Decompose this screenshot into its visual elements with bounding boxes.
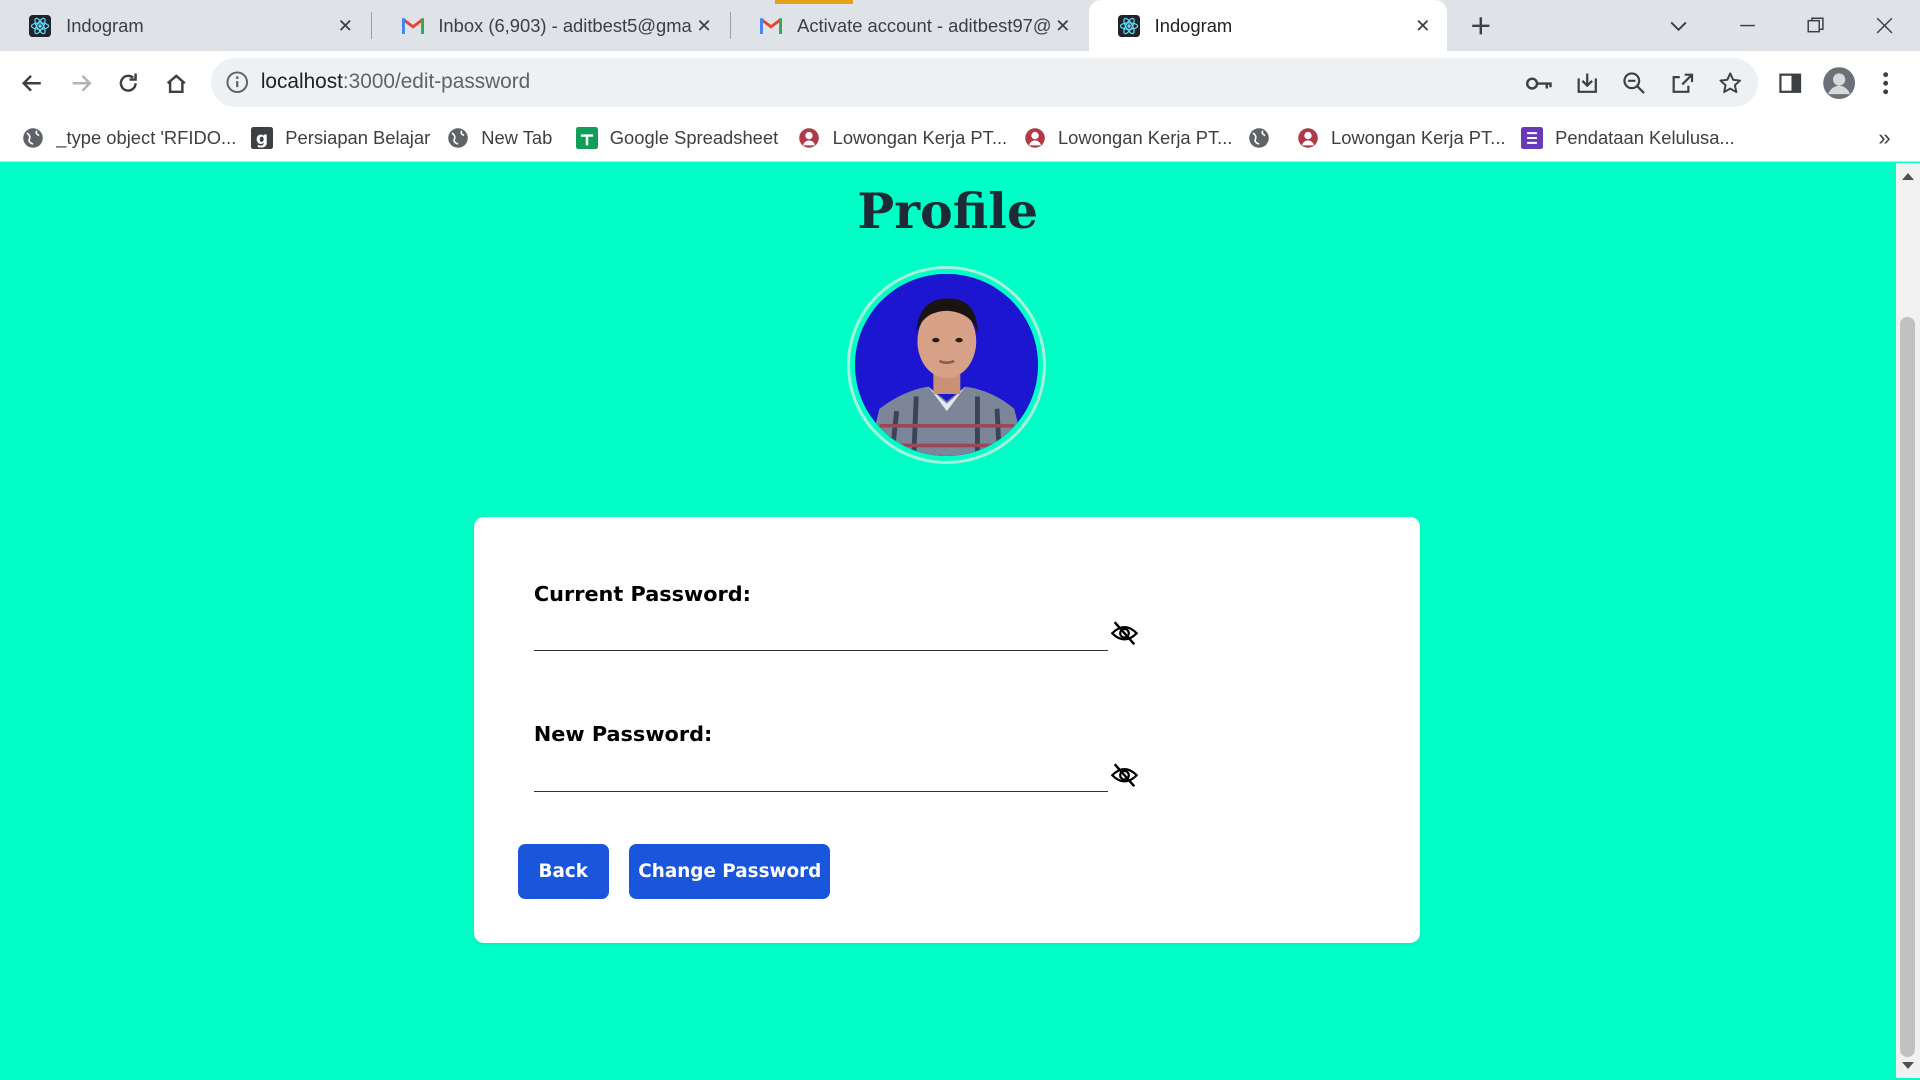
globe-icon — [447, 127, 469, 149]
job-icon — [798, 127, 820, 149]
scroll-thumb[interactable] — [1900, 317, 1916, 1057]
bookmark-label: Lowongan Kerja PT... — [1331, 127, 1506, 149]
bookmark-item[interactable]: Lowongan Kerja PT... — [1297, 122, 1506, 154]
tab-indogram-active[interactable]: Indogram ✕ — [1088, 0, 1448, 52]
tab-title: Activate account - aditbest97@gmail.com — [797, 14, 1051, 36]
password-form-card: Current Password: New Password: Back Cha… — [473, 516, 1421, 943]
page-viewport: Profile Current Password: New Password: … — [0, 162, 1896, 1078]
bookmark-star-icon[interactable] — [1717, 70, 1744, 97]
avatar-photo — [855, 273, 1038, 457]
url-text: localhost:3000/edit-password — [261, 70, 530, 94]
restore-icon[interactable] — [1800, 10, 1832, 42]
zoom-out-icon[interactable] — [1621, 70, 1648, 97]
tab-strip: Indogram ✕ Inbox (6,903) - aditbest5@gma… — [0, 0, 1920, 52]
key-icon[interactable] — [1525, 70, 1553, 97]
bookmark-label: Google Spreadsheet — [609, 127, 779, 149]
window-close-icon[interactable] — [1869, 10, 1901, 42]
back-arrow-icon[interactable] — [15, 66, 49, 100]
g-icon: g — [251, 127, 274, 150]
bookmark-label: _type object 'RFIDO... — [56, 127, 237, 149]
close-icon[interactable]: ✕ — [1411, 13, 1435, 37]
profile-avatar-icon[interactable] — [1821, 65, 1858, 102]
tab-gmail-inbox[interactable]: Inbox (6,903) - aditbest5@gmail.com ✕ — [372, 0, 728, 51]
bookmark-label: New Tab — [481, 127, 553, 149]
toolbar: localhost:3000/edit-password — [0, 51, 1920, 116]
bookmarks-bar: _type object 'RFIDO... g Persiapan Belaj… — [0, 115, 1920, 162]
side-panel-icon[interactable] — [1773, 66, 1807, 100]
tab-search-icon[interactable] — [1663, 10, 1695, 42]
job-icon — [1024, 127, 1046, 149]
change-password-button[interactable]: Change Password — [629, 843, 831, 899]
eye-slash-icon[interactable] — [1109, 762, 1138, 789]
menu-kebab-icon[interactable] — [1869, 66, 1903, 100]
scrollbar[interactable] — [1895, 162, 1920, 1078]
svg-text:g: g — [256, 129, 268, 149]
page-title: Profile — [857, 182, 1039, 241]
forward-arrow-icon[interactable] — [64, 66, 98, 100]
bookmark-item[interactable] — [1248, 122, 1282, 154]
minimize-icon[interactable] — [1731, 10, 1763, 42]
new-password-label: New Password: — [533, 722, 713, 747]
react-icon — [1117, 14, 1140, 37]
new-tab-icon[interactable] — [1464, 10, 1496, 42]
current-password-label: Current Password: — [533, 581, 751, 606]
job-icon — [1297, 127, 1319, 149]
address-bar[interactable]: localhost:3000/edit-password — [210, 57, 1759, 107]
more-bookmarks-icon[interactable]: » — [1878, 122, 1890, 154]
bookmark-item[interactable]: g Persiapan Belajar — [251, 122, 430, 154]
tab-gmail-activate[interactable]: Activate account - aditbest97@gmail.com … — [731, 0, 1087, 51]
eye-slash-icon[interactable] — [1109, 620, 1138, 647]
loading-indicator — [775, 0, 854, 4]
reload-icon[interactable] — [111, 66, 145, 100]
current-password-input[interactable] — [533, 612, 1109, 652]
gmail-icon — [401, 15, 424, 37]
tab-title: Indogram — [66, 14, 144, 36]
sheets-icon — [575, 127, 598, 150]
bookmark-label: Lowongan Kerja PT... — [832, 127, 1008, 149]
tab-title: Inbox (6,903) - aditbest5@gmail.com — [438, 14, 692, 36]
home-icon[interactable] — [159, 66, 193, 100]
tab-title: Indogram — [1154, 14, 1233, 36]
bookmark-item[interactable]: _type object 'RFIDO... — [22, 122, 236, 154]
avatar — [847, 265, 1046, 465]
scroll-down-icon[interactable] — [1901, 1061, 1914, 1069]
install-app-icon[interactable] — [1573, 70, 1600, 97]
close-icon[interactable]: ✕ — [333, 13, 357, 37]
bookmark-item[interactable]: Lowongan Kerja PT... — [798, 122, 1007, 154]
bookmark-item[interactable]: Pendataan Kelulusa... — [1520, 122, 1735, 154]
react-icon — [29, 14, 52, 37]
scroll-up-icon[interactable] — [1901, 172, 1914, 180]
url-host: localhost — [260, 69, 343, 93]
bookmark-item[interactable]: New Tab — [447, 122, 552, 154]
bookmark-label: Lowongan Kerja PT... — [1057, 127, 1233, 149]
close-icon[interactable]: ✕ — [1051, 13, 1075, 37]
info-icon[interactable] — [225, 70, 249, 94]
gmail-icon — [760, 15, 783, 37]
close-icon[interactable]: ✕ — [692, 13, 716, 37]
url-path: :3000/edit-password — [342, 69, 531, 93]
bookmark-label: Persiapan Belajar — [285, 127, 431, 149]
forms-icon — [1520, 127, 1543, 150]
tab-indogram-1[interactable]: Indogram ✕ — [0, 0, 370, 51]
back-button[interactable]: Back — [517, 843, 609, 899]
globe-icon — [1248, 127, 1270, 149]
globe-icon — [22, 127, 44, 149]
share-icon[interactable] — [1669, 70, 1696, 97]
bookmark-item[interactable]: Lowongan Kerja PT... — [1024, 122, 1233, 154]
bookmark-label: Pendataan Kelulusa... — [1555, 127, 1735, 149]
new-password-input[interactable] — [533, 753, 1109, 793]
bookmark-item[interactable]: Google Spreadsheet — [575, 122, 779, 154]
